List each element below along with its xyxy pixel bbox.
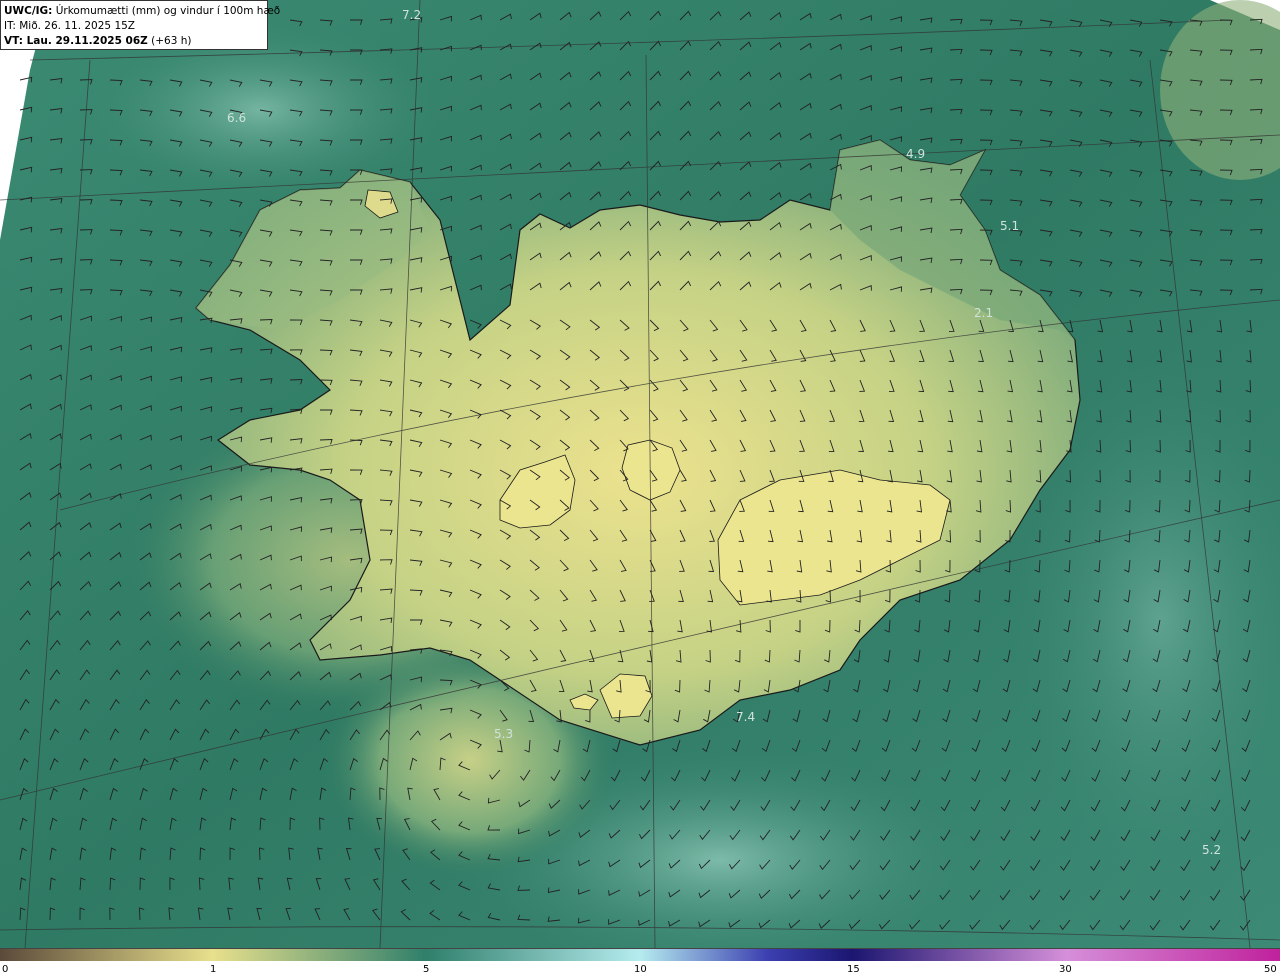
valid-time: VT: Lau. 29.11.2025 06Z [4,35,148,47]
value-label: 5.3 [494,727,514,741]
colorbar-tick: 5 [423,964,430,975]
value-label: 7.4 [736,710,756,724]
colorbar-tick: 10 [634,964,647,975]
value-label: 4.9 [906,147,926,161]
value-label: 6.6 [227,111,247,125]
init-time: IT: Mið. 26. 11. 2025 15Z [4,20,135,32]
colorbar-tick: 50 [1264,964,1277,975]
value-label: 2.1 [974,306,994,320]
colorbar-tick: 0 [2,964,9,975]
colorbar-strip [0,948,1280,961]
colorbar-tick: 15 [847,964,860,975]
lead-time: (+63 h) [151,35,192,47]
value-label: 5.2 [1202,843,1222,857]
colorbar-tick: 30 [1059,964,1072,975]
product-description: Úrkomumætti (mm) og vindur í 100m hæð [55,5,281,17]
map-info-box: UWC/IG: Úrkomumætti (mm) og vindur í 100… [0,0,280,50]
colorbar-tick: 1 [210,964,217,975]
product-code: UWC/IG: [4,5,53,17]
colorbar: 0 1 5 10 15 30 50 [0,948,1280,978]
value-label: 5.1 [1000,219,1020,233]
precipitation-map[interactable] [0,0,1280,948]
value-label: 7.2 [402,8,422,22]
